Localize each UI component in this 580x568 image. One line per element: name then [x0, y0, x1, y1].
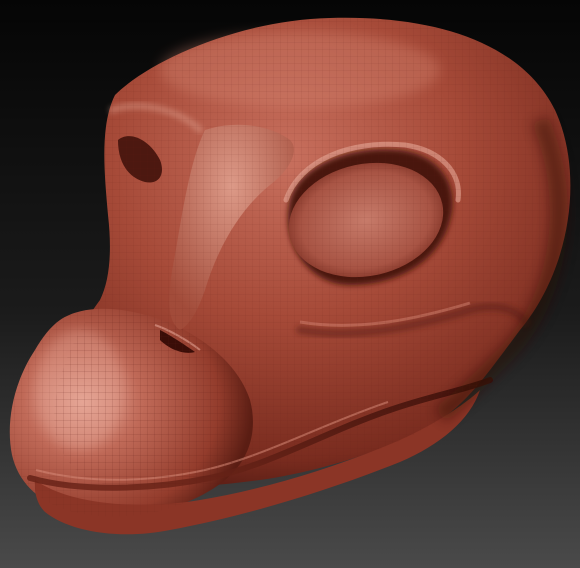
render-viewport: [0, 0, 580, 568]
sculpt-render-canvas: [0, 0, 580, 568]
